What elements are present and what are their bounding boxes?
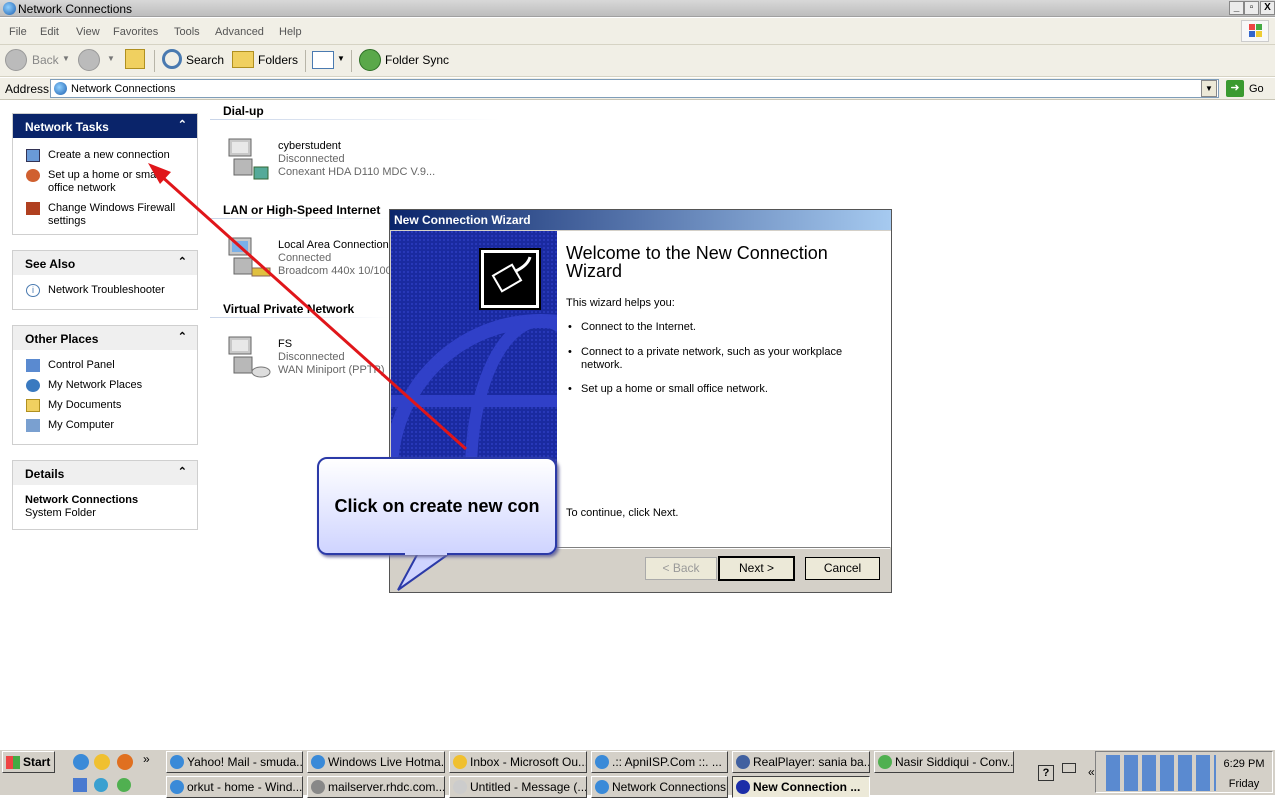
language-bar-icon[interactable] [1062, 763, 1076, 773]
start-button[interactable]: Start [2, 751, 55, 773]
firefox-icon[interactable] [117, 754, 133, 770]
windows-flag-icon [6, 756, 20, 769]
messenger-icon[interactable] [94, 778, 108, 792]
task-yahoo-mail[interactable]: Yahoo! Mail - smuda... [166, 751, 303, 773]
contacts-icon[interactable] [117, 778, 131, 792]
tray-expand-button[interactable]: « [1088, 765, 1095, 779]
clock-day: Friday [1228, 778, 1260, 790]
callout-tail-join [405, 549, 447, 555]
ie-icon[interactable] [73, 754, 89, 770]
clock-time[interactable]: 6:29 PM [1216, 758, 1272, 770]
start-label: Start [23, 755, 51, 769]
callout-text: Click on create new con [334, 496, 540, 516]
quicklaunch-chevron[interactable]: » [143, 752, 150, 766]
task-outlook-inbox[interactable]: Inbox - Microsoft Ou... [449, 751, 587, 773]
help-icon[interactable]: ? [1038, 765, 1054, 781]
instruction-callout: Click on create new con [317, 457, 557, 555]
task-realplayer[interactable]: RealPlayer: sania ba... [732, 751, 870, 773]
tray-icons[interactable] [1106, 755, 1216, 791]
task-conversation[interactable]: Nasir Siddiqui - Conv... [874, 751, 1014, 773]
system-tray: « 6:29 PM Friday [1088, 751, 1273, 793]
desktop-icon[interactable] [73, 778, 87, 792]
outlook-icon[interactable] [94, 754, 110, 770]
task-hotmail[interactable]: Windows Live Hotma... [307, 751, 445, 773]
task-apniisp[interactable]: .:: ApniISP.Com ::. ... [591, 751, 728, 773]
annotation-arrow [148, 163, 468, 591]
